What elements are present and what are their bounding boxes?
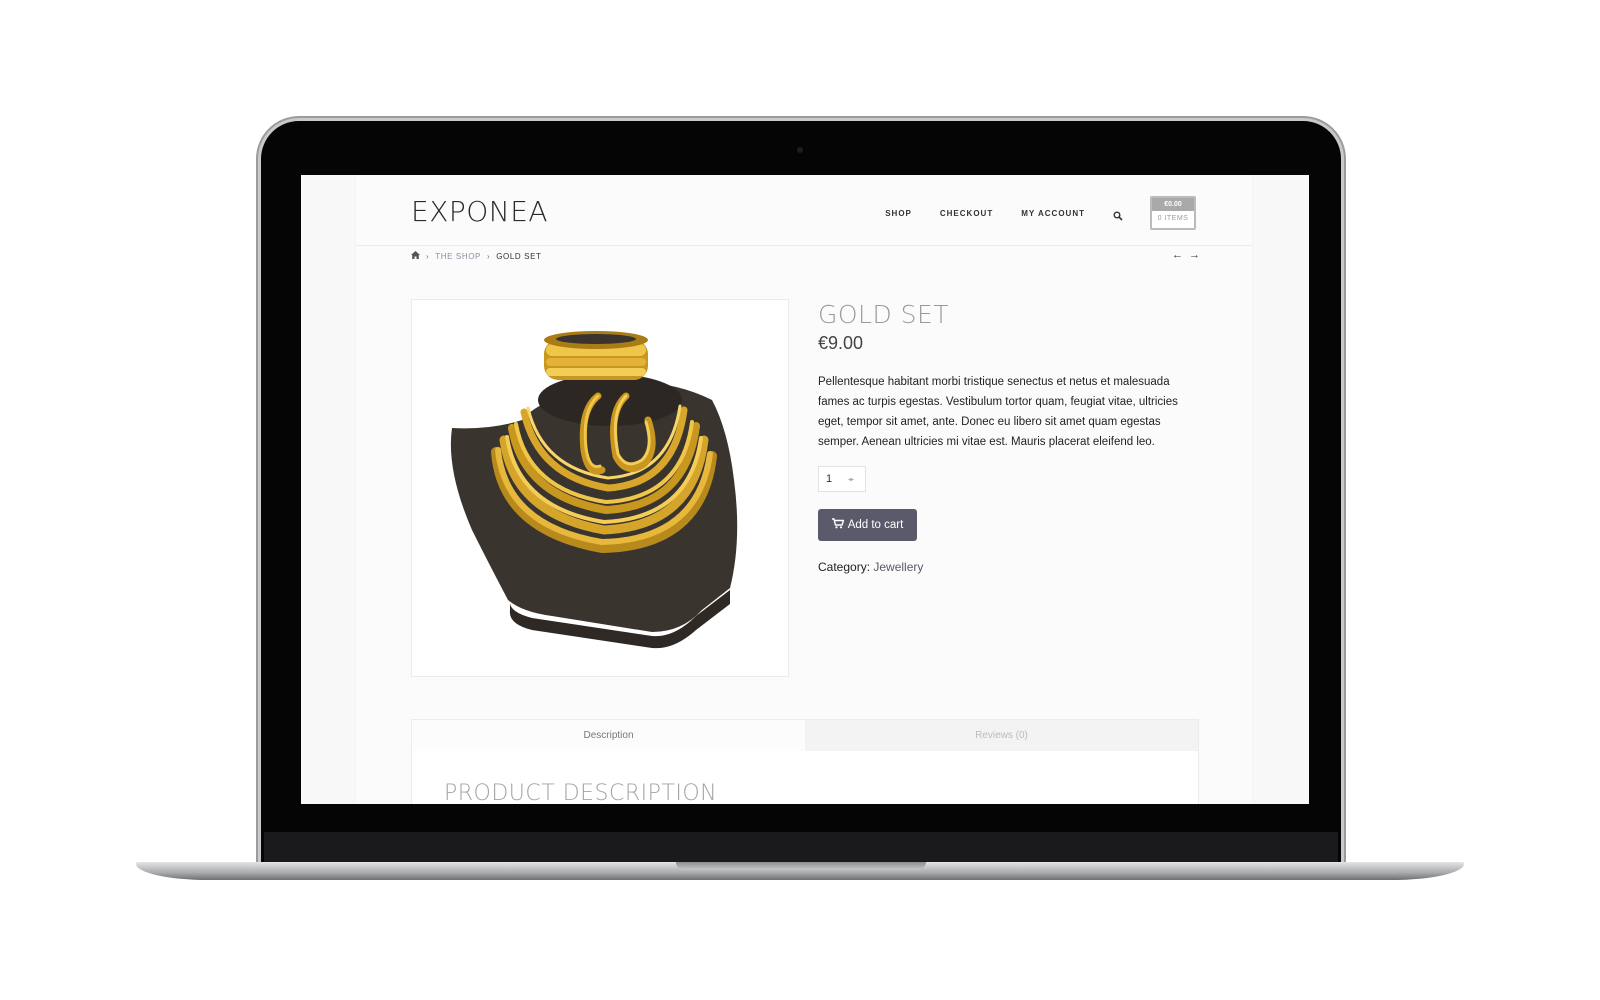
nav-item-shop[interactable]: SHOP [885,209,912,218]
breadcrumb: › THE SHOP › GOLD SET [411,251,542,261]
nav-item-my-account[interactable]: MY ACCOUNT [1021,209,1085,218]
product-price: €9.00 [818,333,864,353]
shop-page: EXPONEA SHOP CHECKOUT MY ACCOUNT €0.00 0… [356,175,1252,804]
main-nav: SHOP CHECKOUT MY ACCOUNT €0.00 0 ITEMS [885,196,1252,230]
category-label: Category: [818,560,871,574]
cart-icon [831,518,845,532]
breadcrumb-link-shop[interactable]: THE SHOP [435,252,481,261]
site-logo[interactable]: EXPONEA [411,195,548,228]
product-image[interactable] [411,299,789,677]
site-header: EXPONEA SHOP CHECKOUT MY ACCOUNT €0.00 0… [356,175,1252,246]
product-pager: ← → [1172,250,1200,261]
cart-item-count: 0 ITEMS [1157,215,1189,222]
quantity-spinner-icon[interactable]: ◂▸ [848,476,854,483]
category-link-jewellery[interactable]: Jewellery [873,560,923,574]
mini-cart-button[interactable]: €0.00 0 ITEMS [1150,196,1196,230]
product-title: GOLD SET [818,300,950,329]
laptop-chin [264,832,1338,862]
tab-reviews[interactable]: Reviews (0) [805,720,1198,752]
gold-jewellery-set-image [450,331,738,649]
quantity-stepper[interactable]: 1 ◂▸ [818,466,866,492]
cart-total: €0.00 [1152,198,1194,211]
add-to-cart-label: Add to cart [847,519,904,531]
breadcrumb-separator-icon: › [426,251,430,261]
product-category: Category: Jewellery [818,560,923,574]
panel-heading: PRODUCT DESCRIPTION [444,781,718,804]
product-short-description: Pellentesque habitant morbi tristique se… [818,376,1178,448]
nav-item-checkout[interactable]: CHECKOUT [940,209,993,218]
breadcrumb-separator-icon: › [486,251,491,261]
previous-product-arrow-icon[interactable]: ← [1172,250,1183,261]
next-product-arrow-icon[interactable]: → [1189,250,1200,261]
browser-viewport: EXPONEA SHOP CHECKOUT MY ACCOUNT €0.00 0… [301,175,1309,804]
home-icon[interactable] [411,251,420,261]
add-to-cart-button[interactable]: Add to cart [818,509,917,541]
laptop-notch [676,862,926,870]
webcam [797,147,803,153]
breadcrumb-current: GOLD SET [496,251,542,261]
tab-description[interactable]: Description [412,720,805,752]
tab-panel-description: PRODUCT DESCRIPTION [411,751,1199,804]
quantity-value[interactable]: 1 [826,473,848,485]
search-icon[interactable] [1113,208,1123,221]
product-tabs: Description Reviews (0) [411,719,1199,752]
